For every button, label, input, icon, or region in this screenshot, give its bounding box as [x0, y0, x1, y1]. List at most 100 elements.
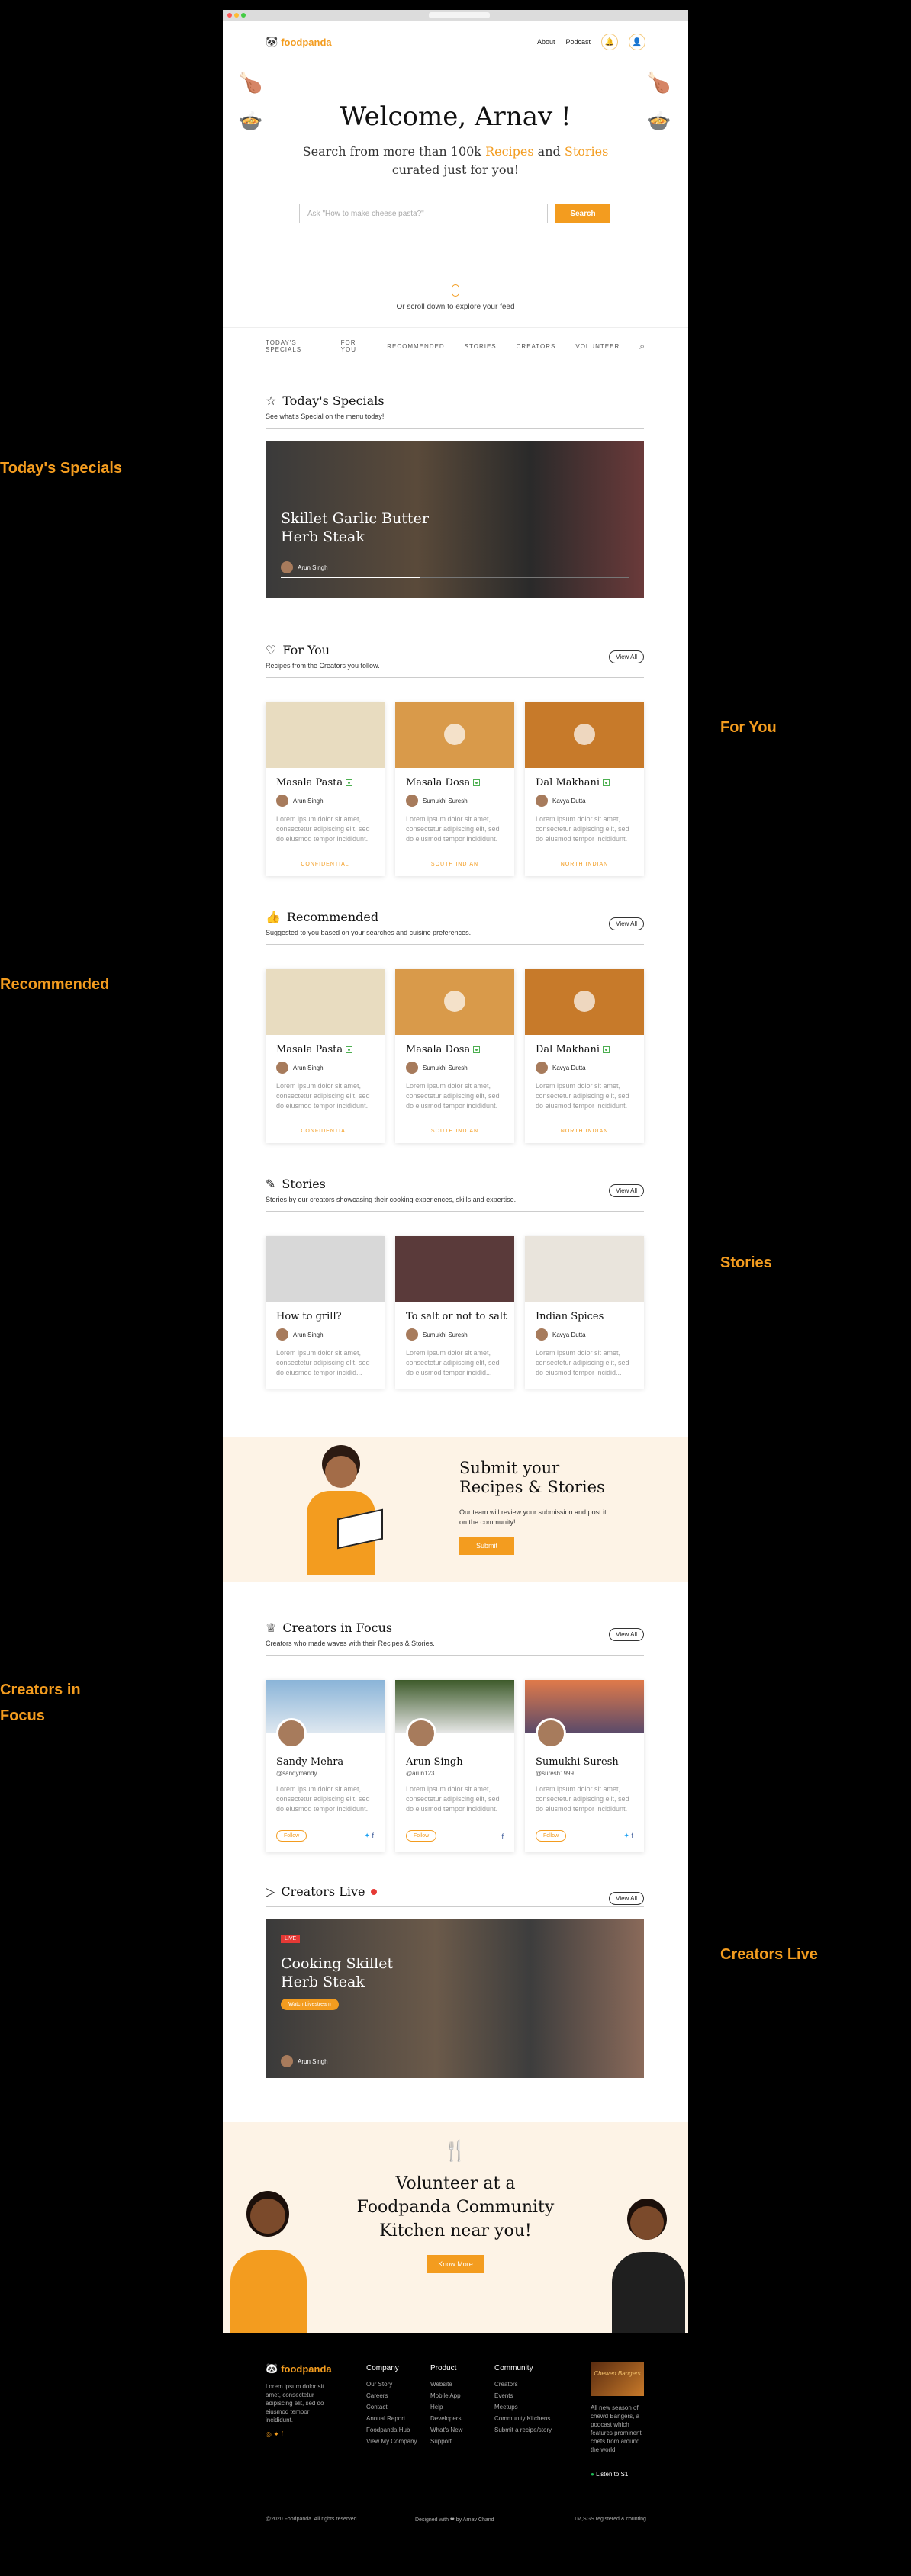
footer-link[interactable]: Developers: [430, 2413, 491, 2424]
close-dot[interactable]: [227, 13, 232, 18]
cuisine-tag[interactable]: SOUTH INDIAN: [395, 1129, 514, 1134]
creator-name: Sumukhi Suresh: [536, 1756, 619, 1768]
footer-link[interactable]: Careers: [366, 2390, 427, 2401]
story-image: [266, 1236, 385, 1302]
card-title: Dal Makhani: [536, 1044, 644, 1055]
recipe-card[interactable]: Masala Pasta Arun Singh Lorem ipsum dolo…: [266, 702, 385, 876]
footer-link[interactable]: Meetups: [494, 2401, 555, 2413]
footer-link[interactable]: Annual Report: [366, 2413, 427, 2424]
footer-link[interactable]: Community Kitchens: [494, 2413, 555, 2424]
follow-button[interactable]: Follow: [276, 1830, 307, 1842]
cuisine-tag[interactable]: NORTH INDIAN: [525, 1129, 644, 1134]
chicken-leg-icon: 🍗: [238, 71, 263, 94]
avatar: [281, 561, 293, 573]
cuisine-tag[interactable]: CONFIDENTIAL: [266, 862, 385, 867]
avatar: [276, 1328, 288, 1341]
url-bar[interactable]: [429, 12, 490, 18]
tab-for-you[interactable]: FOR YOU: [341, 339, 368, 353]
creator-card[interactable]: Sandy Mehra @sandymandy Lorem ipsum dolo…: [266, 1680, 385, 1852]
watch-livestream-button[interactable]: Watch Livestream: [281, 1999, 339, 2010]
recipe-card[interactable]: Dal Makhani Kavya Dutta Lorem ipsum dolo…: [525, 702, 644, 876]
footer-link[interactable]: View My Company: [366, 2436, 427, 2447]
facebook-icon[interactable]: f: [281, 2430, 283, 2438]
cuisine-tag[interactable]: CONFIDENTIAL: [266, 1129, 385, 1134]
recipe-card[interactable]: Dal Makhani Kavya Dutta Lorem ipsum dolo…: [525, 969, 644, 1143]
footer-link[interactable]: Submit a recipe/story: [494, 2424, 555, 2436]
tab-todays-specials[interactable]: TODAY'S SPECIALS: [266, 339, 321, 353]
recipe-image: [525, 969, 644, 1035]
footer-link[interactable]: Website: [430, 2378, 491, 2390]
mouse-icon: [452, 284, 459, 297]
specials-title: Today's Specials: [282, 393, 385, 408]
footer-link[interactable]: Support: [430, 2436, 491, 2447]
livestream-banner[interactable]: LIVE Cooking Skillet Herb Steak Watch Liv…: [266, 1919, 644, 2078]
story-card[interactable]: To salt or not to salt Sumukhi Suresh Lo…: [395, 1236, 514, 1389]
view-all-button[interactable]: View All: [609, 1892, 644, 1905]
view-all-button[interactable]: View All: [609, 917, 644, 930]
card-desc: Lorem ipsum dolor sit amet, consectetur …: [536, 815, 629, 843]
footer-link[interactable]: Contact: [366, 2401, 427, 2413]
twitter-icon[interactable]: ✦: [623, 1832, 629, 1839]
recipe-card[interactable]: Masala Pasta Arun Singh Lorem ipsum dolo…: [266, 969, 385, 1143]
creator-card[interactable]: Arun Singh @arun123 Lorem ipsum dolor si…: [395, 1680, 514, 1852]
facebook-icon[interactable]: f: [372, 1832, 374, 1839]
facebook-icon[interactable]: f: [631, 1832, 633, 1839]
card-desc: Lorem ipsum dolor sit amet, consectetur …: [406, 1082, 500, 1110]
carousel-indicator[interactable]: [281, 577, 629, 578]
maximize-dot[interactable]: [241, 13, 246, 18]
story-card[interactable]: How to grill? Arun Singh Lorem ipsum dol…: [266, 1236, 385, 1389]
tab-creators[interactable]: CREATORS: [517, 343, 556, 350]
twitter-icon[interactable]: ✦: [364, 1832, 370, 1839]
nav-about[interactable]: About: [537, 38, 555, 46]
tab-recommended[interactable]: RECOMMENDED: [387, 343, 444, 350]
footer-link[interactable]: Our Story: [366, 2378, 427, 2390]
footer-link[interactable]: Events: [494, 2390, 555, 2401]
footer-link[interactable]: What's New: [430, 2424, 491, 2436]
minimize-dot[interactable]: [234, 13, 239, 18]
play-icon[interactable]: [574, 724, 595, 745]
twitter-icon[interactable]: ✦: [273, 2430, 279, 2438]
specials-banner[interactable]: Skillet Garlic Butter Herb Steak Arun Sin…: [266, 441, 644, 598]
search-icon[interactable]: ⌕: [639, 341, 645, 352]
cuisine-tag[interactable]: SOUTH INDIAN: [395, 862, 514, 867]
facebook-icon[interactable]: f: [501, 1832, 504, 1840]
search-input[interactable]: Ask "How to make cheese pasta?": [299, 204, 548, 223]
bell-icon[interactable]: 🔔: [601, 34, 618, 50]
nav-podcast[interactable]: Podcast: [565, 38, 591, 46]
story-card[interactable]: Indian Spices Kavya Dutta Lorem ipsum do…: [525, 1236, 644, 1389]
submit-button[interactable]: Submit: [459, 1537, 514, 1555]
card-author: Sumukhi Suresh: [423, 1064, 468, 1071]
play-icon[interactable]: [444, 991, 465, 1012]
footer-logo[interactable]: 🐼 foodpanda: [266, 2362, 332, 2375]
play-icon[interactable]: [444, 724, 465, 745]
view-all-button[interactable]: View All: [609, 1628, 644, 1641]
view-all-button[interactable]: View All: [609, 1184, 644, 1197]
user-icon[interactable]: 👤: [629, 34, 645, 50]
know-more-button[interactable]: Know More: [427, 2255, 484, 2273]
footer-link[interactable]: Mobile App: [430, 2390, 491, 2401]
cuisine-tag[interactable]: NORTH INDIAN: [525, 862, 644, 867]
browser-window: 🐼 foodpanda About Podcast 🔔 👤 🍗 🍲 🍗 🍲 Wel…: [223, 10, 688, 2333]
listen-button[interactable]: ● Listen to S1: [591, 2471, 628, 2478]
social-links: ✦ f: [364, 1832, 374, 1840]
tab-volunteer[interactable]: VOLUNTEER: [575, 343, 620, 350]
follow-button[interactable]: Follow: [536, 1830, 567, 1842]
footer-link[interactable]: Foodpanda Hub: [366, 2424, 427, 2436]
logo[interactable]: 🐼 foodpanda: [266, 36, 332, 48]
creator-card[interactable]: Sumukhi Suresh @suresh1999 Lorem ipsum d…: [525, 1680, 644, 1852]
recipe-image: [266, 702, 385, 768]
recipe-card[interactable]: Masala Dosa Sumukhi Suresh Lorem ipsum d…: [395, 702, 514, 876]
podcast-cover[interactable]: Chewed Bangers: [591, 2362, 644, 2396]
footer-link[interactable]: Creators: [494, 2378, 555, 2390]
card-desc: Lorem ipsum dolor sit amet, consectetur …: [536, 1349, 629, 1376]
search-button[interactable]: Search: [555, 204, 610, 223]
recipe-card[interactable]: Masala Dosa Sumukhi Suresh Lorem ipsum d…: [395, 969, 514, 1143]
view-all-button[interactable]: View All: [609, 650, 644, 663]
footer-link[interactable]: Help: [430, 2401, 491, 2413]
tab-stories[interactable]: STORIES: [465, 343, 497, 350]
play-icon[interactable]: [574, 991, 595, 1012]
card-desc: Lorem ipsum dolor sit amet, consectetur …: [276, 1349, 370, 1376]
social-links: f: [501, 1832, 504, 1840]
follow-button[interactable]: Follow: [406, 1830, 437, 1842]
instagram-icon[interactable]: ◎: [266, 2430, 272, 2438]
